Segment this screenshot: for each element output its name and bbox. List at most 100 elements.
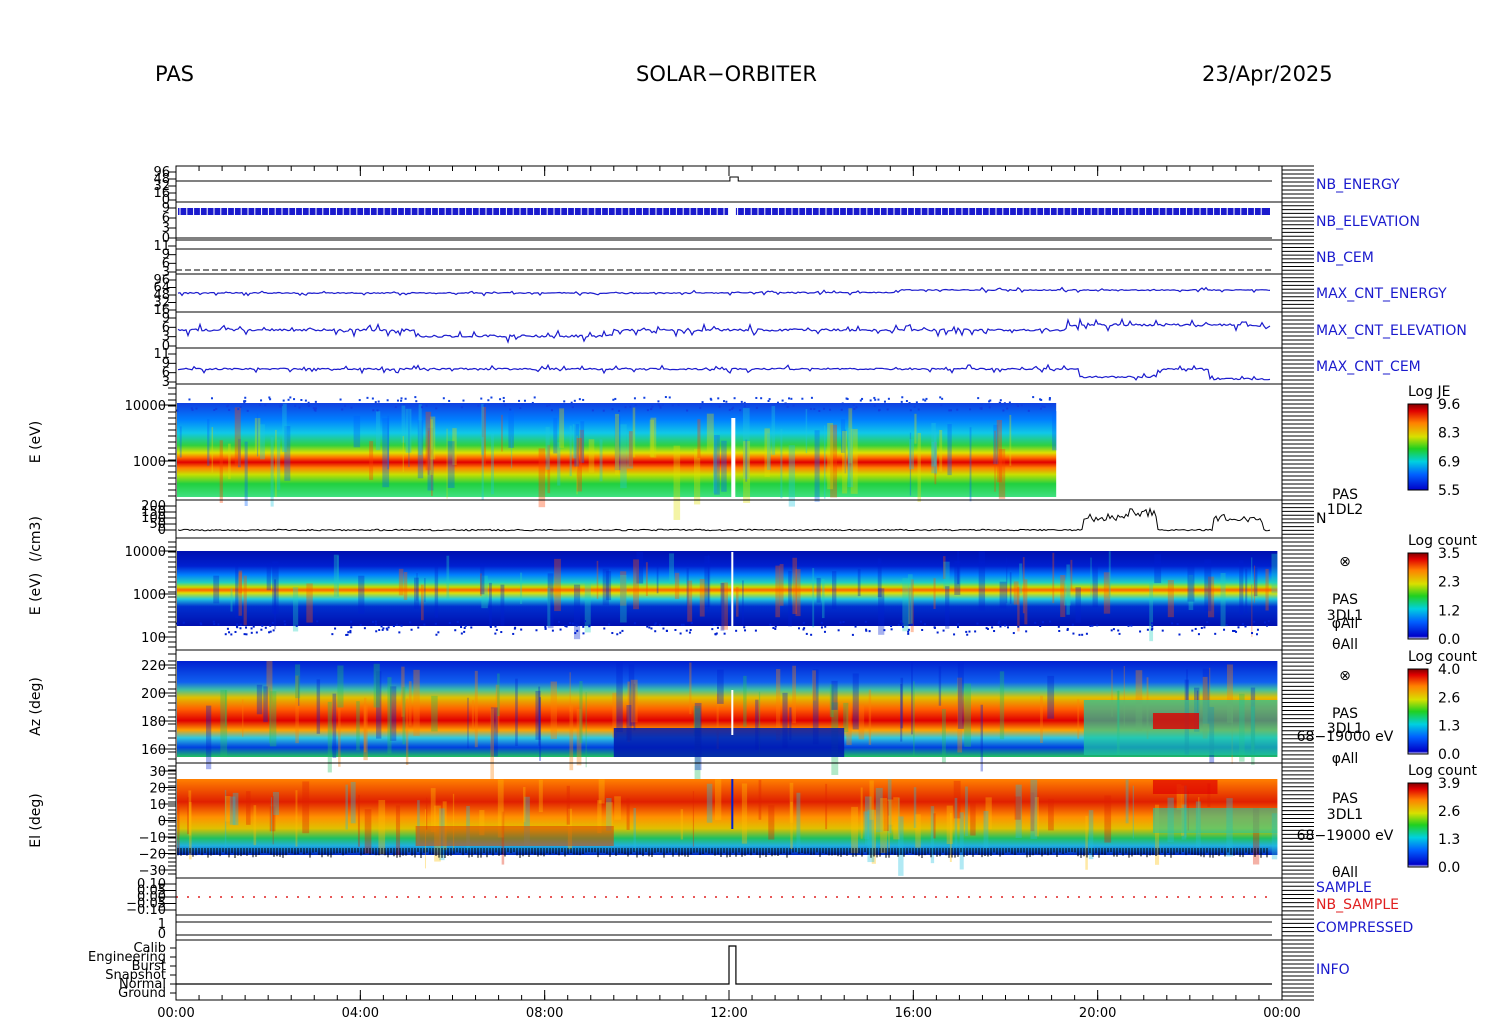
energy-speckle [900,620,903,623]
energy-speckle [182,621,185,624]
je-speckle [611,408,614,411]
energy-spectrogram-streak [792,557,798,614]
energy-speckle [774,628,777,631]
az-spectrogram-streak [490,708,494,783]
je-speckle [293,398,296,401]
je-speckle [784,402,787,405]
je-speckle [767,400,770,403]
energy-speckle [460,632,463,635]
energy-speckle [381,628,384,631]
energy-speckle [679,632,682,635]
az-spectrogram-streak [471,700,474,730]
colorbar-tick: 8.3 [1438,426,1460,442]
energy-spectrogram-streak [674,572,680,600]
az-spectrogram-streak [843,702,849,733]
je-speckle [396,399,399,402]
je-speckle [246,409,249,412]
energy-spectrogram-streak [554,558,561,612]
el-spectrogram-streak [790,801,793,849]
energy-speckle [494,632,497,635]
el-spectrogram-streak [768,805,775,840]
y-tick-label: Ground [118,986,166,1001]
el-spectrogram-streak [915,814,921,848]
el-spectrogram-streak [954,797,958,848]
el-spectrogram-streak [1014,796,1021,820]
energy-spectrogram-streak [788,570,792,627]
el-spectrogram-streak [633,808,636,851]
energy-spectrogram-streak [243,575,247,626]
je-speckle [988,406,991,409]
je-spectrogram-streak [508,409,514,448]
energy-spectrogram-streak [274,579,277,630]
energy-speckle [802,621,805,624]
energy-speckle [907,630,910,633]
je-spectrogram-streak [969,427,972,502]
energy-speckle [842,620,845,623]
el-spectrogram-streak [614,796,621,820]
el-spectrogram-streak [965,786,968,837]
az-spectrogram-streak [402,687,406,745]
je-speckle [740,400,743,403]
je-speckle [550,409,553,412]
energy-speckle [1176,623,1179,626]
energy-speckle [269,624,272,627]
je-spectrogram-streak [572,424,576,459]
energy-speckle [456,620,459,623]
energy-speckle [611,632,614,635]
az-spectrogram-streak [831,680,838,710]
je-speckle [314,409,317,412]
el-spectrogram-streak [357,794,360,847]
energy-speckle [772,626,775,629]
je-speckle [300,399,303,402]
side-label: PAS [1332,706,1358,722]
colorbar-tick: 2.6 [1438,804,1460,820]
az-spectrogram-streak [206,705,212,770]
y-tick-label: −20 [139,848,166,863]
energy-speckle [448,621,451,624]
je-spectrogram-streak [576,438,582,492]
energy-speckle [212,620,215,623]
energy-spectrogram-streak [1075,587,1081,623]
energy-speckle [1139,630,1142,633]
energy-speckle [239,627,242,630]
density-trace [177,506,1271,532]
energy-speckle [375,630,378,633]
colorbar-tick: 5.5 [1438,483,1460,499]
el-spectrogram-streak [345,784,348,830]
el-spectrogram-streak [860,787,863,839]
energy-speckle [236,623,239,626]
energy-speckle [1197,633,1200,636]
je-spectrogram-streak [620,424,627,489]
energy-speckle [919,620,922,623]
energy-speckle [1112,628,1115,631]
je-speckle [845,397,848,400]
ylabel: E (eV) [28,421,44,463]
je-speckle [312,407,315,410]
energy-spectrogram-streak [292,587,299,632]
energy-speckle [176,622,179,625]
energy-speckle [520,628,523,631]
je-speckle [483,404,486,407]
je-speckle [314,400,317,403]
je-speckle [646,409,649,412]
x-tick-label: 04:00 [342,1006,379,1020]
energy-speckle [243,633,246,636]
energy-speckle [688,631,691,634]
y-tick-label: 3 [162,375,170,390]
energy-spectrogram-streak [704,555,711,607]
energy-speckle [582,625,585,628]
energy-speckle [603,627,606,630]
je-speckle [633,397,636,400]
energy-speckle [662,627,665,630]
je-speckle [282,399,285,402]
el-spectrogram-streak [270,797,273,834]
colorbar-tick: 6.9 [1438,454,1460,470]
energy-spectrogram-streak [633,559,639,610]
energy-speckle [245,633,248,636]
energy-speckle [535,629,538,632]
energy-spectrogram-streak [999,581,1007,609]
ylabel: Az (deg) [28,677,44,736]
panel-label: NB_ENERGY [1316,177,1400,193]
je-speckle [582,398,585,401]
energy-speckle [907,632,910,635]
